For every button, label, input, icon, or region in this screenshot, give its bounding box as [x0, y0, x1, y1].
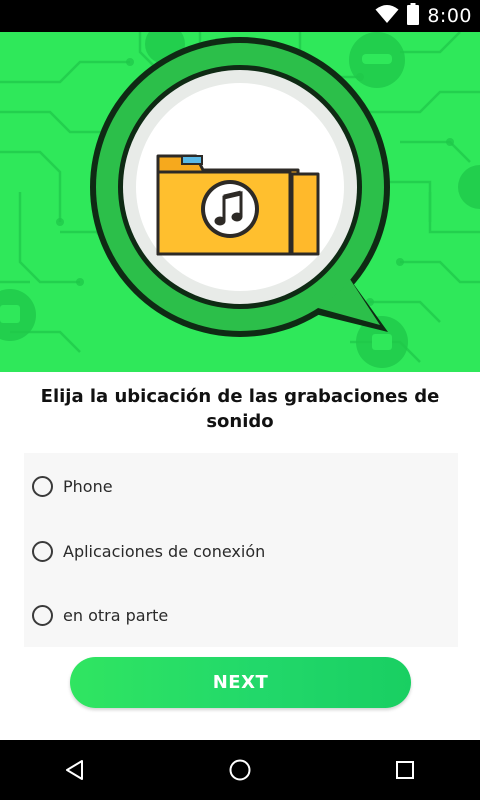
battery-icon	[407, 2, 420, 30]
back-button[interactable]	[35, 740, 115, 800]
next-button[interactable]: NEXT	[70, 657, 411, 708]
hero-banner	[0, 32, 480, 372]
folder-music-icon	[156, 154, 320, 256]
status-time: 8:00	[427, 5, 472, 27]
status-icons: 8:00	[375, 2, 472, 30]
recents-button[interactable]	[365, 740, 445, 800]
options-list: Phone Aplicaciones de conexión en otra p…	[24, 453, 458, 647]
option-elsewhere[interactable]: en otra parte	[32, 595, 168, 635]
option-label: Phone	[63, 476, 113, 496]
radio-button[interactable]	[32, 475, 53, 497]
home-icon	[229, 759, 251, 781]
option-label: en otra parte	[63, 605, 169, 625]
navigation-bar	[0, 740, 480, 800]
option-label: Aplicaciones de conexión	[63, 541, 266, 561]
status-bar: 8:00	[0, 0, 480, 32]
recents-icon	[396, 761, 414, 779]
next-button-label: NEXT	[212, 672, 269, 693]
option-phone[interactable]: Phone	[32, 466, 113, 506]
home-button[interactable]	[200, 740, 280, 800]
radio-button[interactable]	[32, 540, 53, 562]
option-connection-apps[interactable]: Aplicaciones de conexión	[32, 531, 265, 571]
hero-illustration	[0, 32, 480, 368]
question-title: Elija la ubicación de las grabaciones de…	[40, 386, 440, 432]
wifi-icon	[375, 4, 399, 29]
app-screen: 8:00 Elija la ubicación de las grabacion…	[0, 0, 480, 800]
radio-button[interactable]	[32, 604, 53, 626]
back-icon	[66, 760, 83, 780]
